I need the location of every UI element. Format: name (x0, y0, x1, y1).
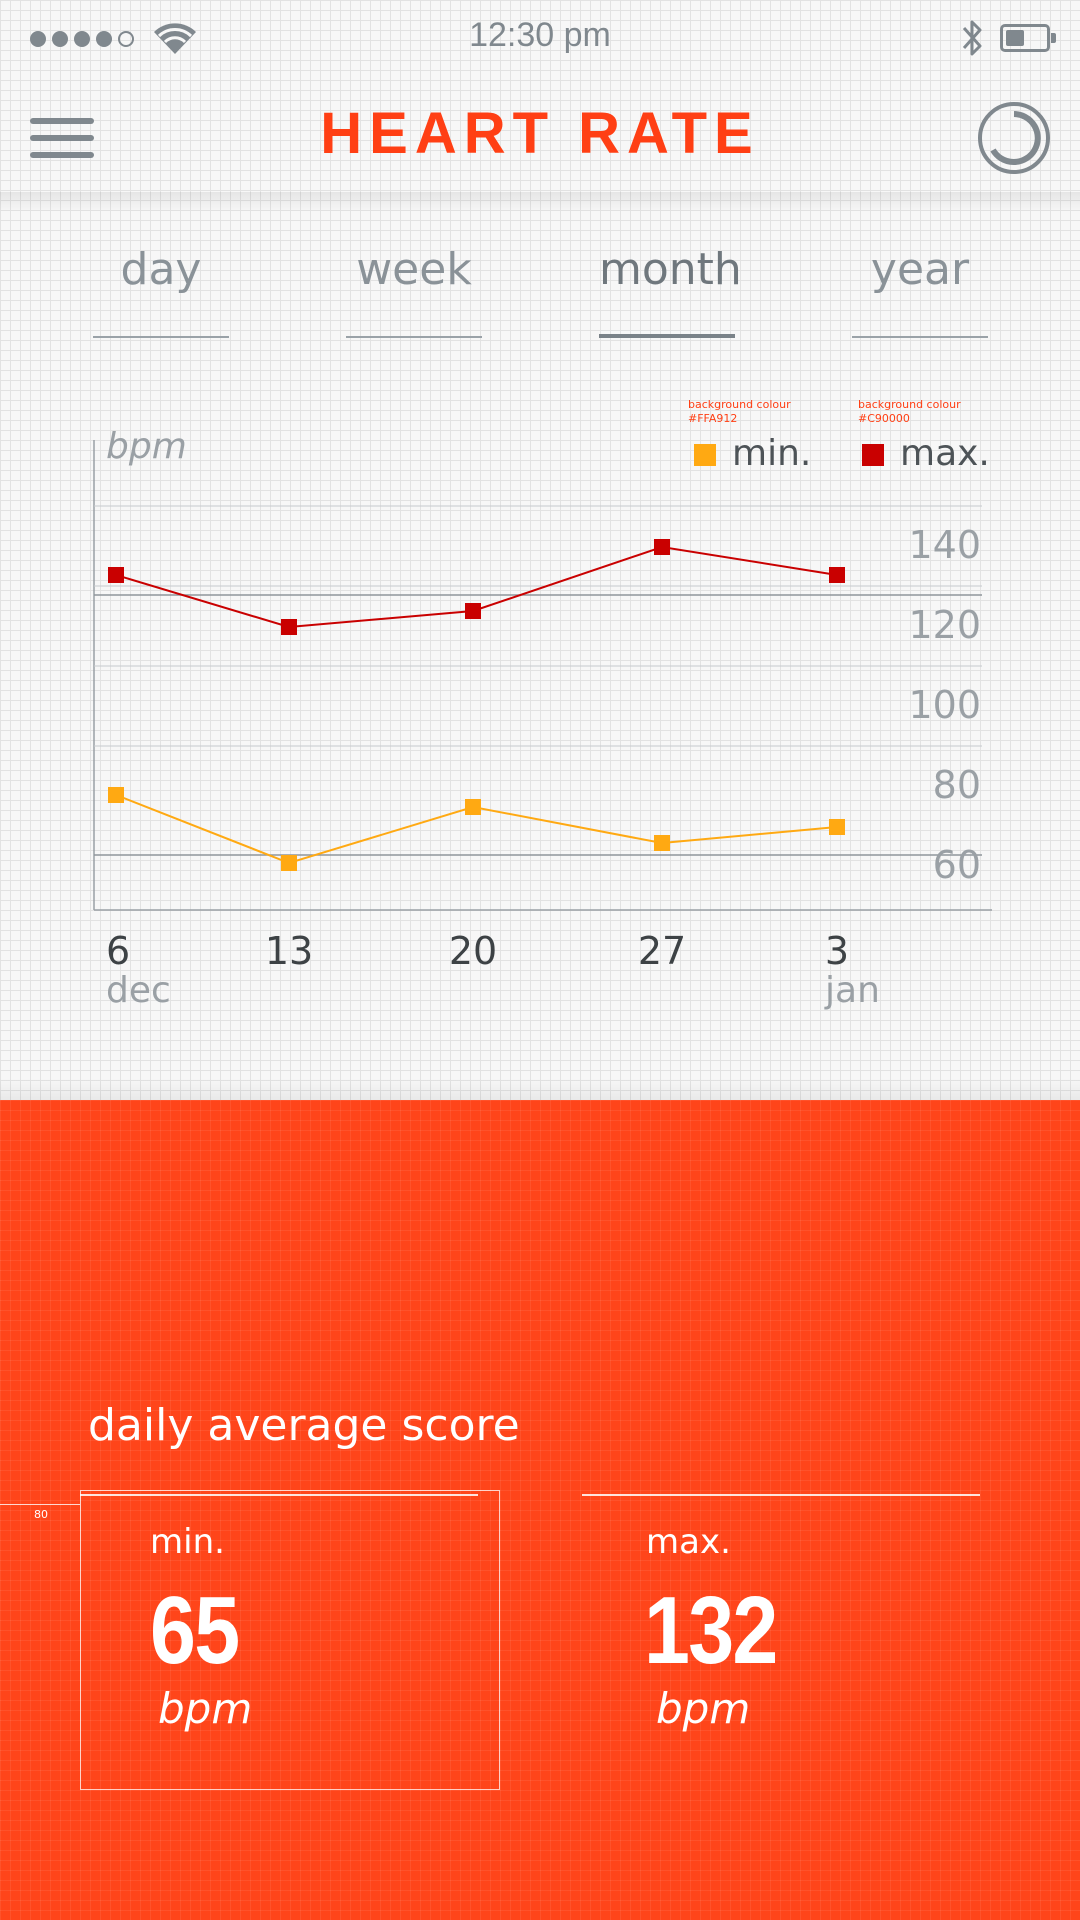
x-sublabel-0: dec (106, 970, 171, 1011)
x-tick-label-3: 27 (638, 929, 686, 973)
summary-heading: daily average score (88, 1400, 520, 1451)
data-point-1-0 (108, 567, 124, 583)
min-stat-value: 65 (150, 1577, 240, 1684)
y-tick-label-3: 80 (933, 763, 981, 807)
data-point-1-3 (654, 539, 670, 555)
chart-canvas: 140 120 100 80 60 bpm min. max. 6dec 13 20 27 3jan (93, 426, 992, 1011)
y-tick-label-0: 140 (908, 523, 981, 567)
tab-month-label: month (599, 244, 742, 295)
tab-day-underline (93, 336, 229, 338)
panel-shadow (0, 1078, 1080, 1100)
guide-line (0, 1504, 80, 1505)
min-stat-card (80, 1490, 500, 1790)
summary-panel: daily average score 80 min. 65 bpm max. … (0, 1100, 1080, 1920)
x-tick-label-2: 20 (449, 929, 497, 973)
legend-swatch-1 (862, 444, 884, 466)
app-header: HEART RATE (0, 80, 1080, 190)
tab-day-label: day (120, 244, 202, 295)
refresh-icon[interactable] (976, 100, 1052, 176)
x-tick-label-4: 3 (825, 929, 849, 973)
tab-month-underline (599, 334, 735, 338)
y-tick-label-4: 60 (933, 843, 981, 887)
header-shadow (0, 192, 1080, 212)
y-tick-label-1: 120 (908, 603, 981, 647)
legend-label-1: max. (900, 433, 990, 474)
legend-swatch-0 (694, 444, 716, 466)
data-point-1-4 (829, 567, 845, 583)
data-point-0-4 (829, 819, 845, 835)
data-point-0-0 (108, 787, 124, 803)
tab-month[interactable]: month (599, 230, 742, 340)
x-sublabel-4: jan (824, 970, 880, 1011)
data-point-0-1 (281, 855, 297, 871)
data-point-0-2 (465, 799, 481, 815)
tab-year-underline (852, 336, 988, 338)
max-stat-label: max. (646, 1522, 731, 1562)
tab-week-label: week (356, 244, 472, 295)
max-stat-unit: bpm (656, 1684, 751, 1733)
y-tick-label-2: 100 (908, 683, 981, 727)
tab-year[interactable]: year (852, 230, 988, 340)
battery-icon (1000, 24, 1056, 52)
min-divider (80, 1494, 478, 1496)
legend-label-0: min. (732, 433, 811, 474)
y-axis-label: bpm (106, 426, 187, 467)
max-stat-value: 132 (644, 1577, 778, 1684)
x-tick-label-1: 13 (265, 929, 313, 973)
heart-rate-chart: background colour #FFA912 background col… (0, 380, 1080, 1020)
tab-day[interactable]: day (93, 230, 229, 340)
guide-label: 80 (34, 1508, 48, 1521)
data-point-0-3 (654, 835, 670, 851)
max-divider (582, 1494, 980, 1496)
x-tick-label-0: 6 (106, 929, 130, 973)
min-stat-label: min. (150, 1522, 225, 1562)
status-bar: 12:30 pm (0, 0, 1080, 80)
bluetooth-icon (962, 20, 982, 56)
page-title: HEART RATE (320, 101, 760, 166)
data-point-1-1 (281, 619, 297, 635)
tab-week-underline (346, 336, 482, 338)
tab-year-label: year (870, 244, 970, 295)
period-tabs: day week month year (0, 230, 1080, 340)
data-point-1-2 (465, 603, 481, 619)
tab-week[interactable]: week (346, 230, 482, 340)
status-time: 12:30 pm (469, 16, 611, 54)
min-stat-unit: bpm (158, 1684, 253, 1733)
